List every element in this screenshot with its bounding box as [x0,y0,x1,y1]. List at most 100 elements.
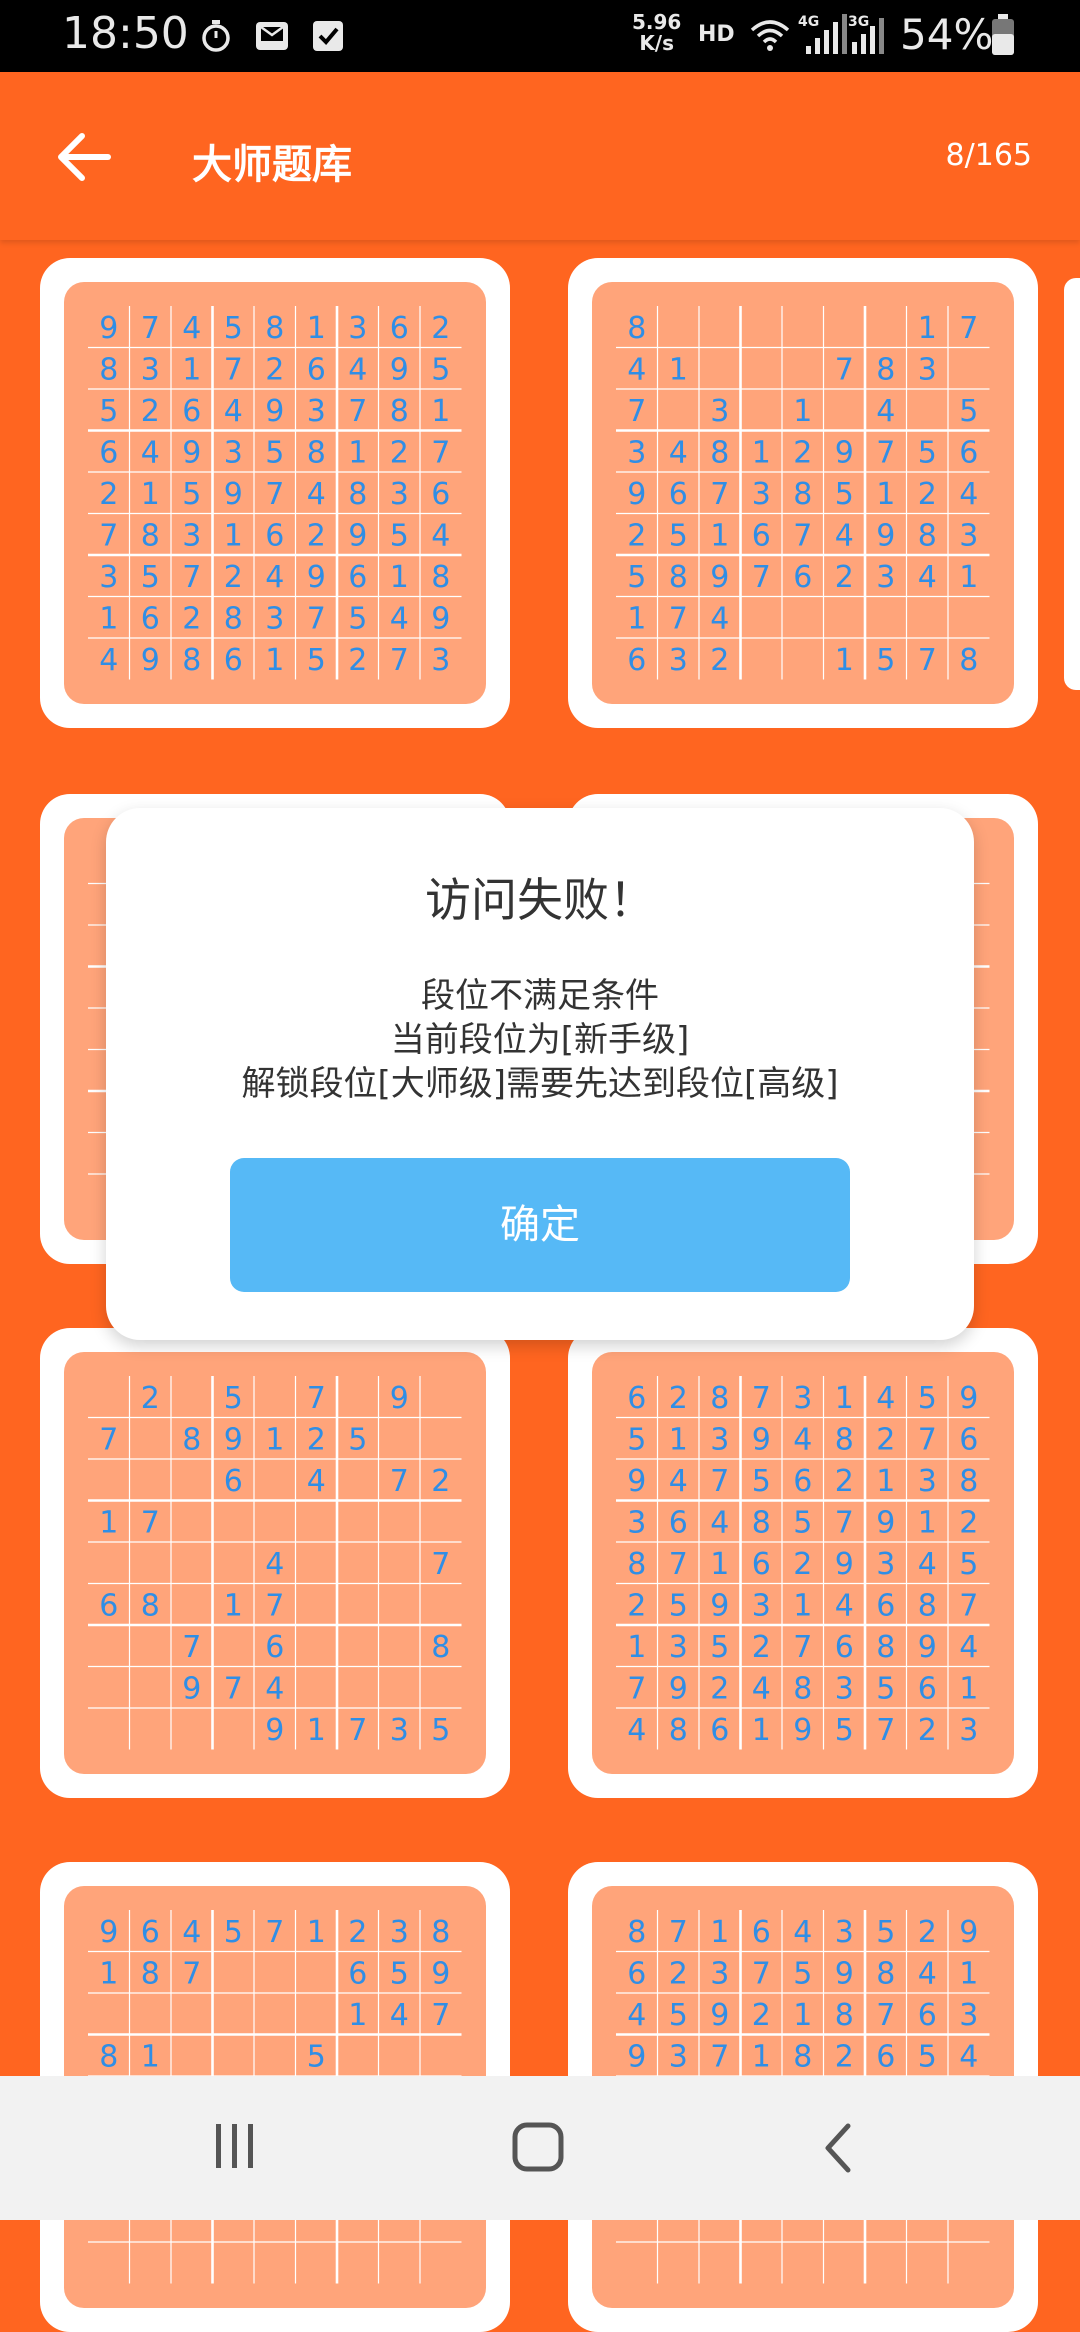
sudoku-digit: 1 [390,560,409,595]
sudoku-digit: 2 [307,518,326,553]
sudoku-digit: 9 [224,477,243,512]
puzzle-card[interactable]: 8174178373145348129756967385124251674983… [568,258,1038,728]
sudoku-digit: 7 [835,1505,854,1540]
sudoku-digit: 3 [141,352,160,387]
sudoku-digit: 4 [627,1713,646,1748]
sudoku-digit: 5 [224,311,243,346]
sudoku-digit: 4 [390,1998,409,2033]
sudoku-digit: 1 [99,601,118,636]
sudoku-digit: 7 [265,477,284,512]
sudoku-digit: 4 [265,1547,284,1582]
sudoku-digit: 3 [348,311,367,346]
sudoku-digit: 7 [752,1381,771,1416]
sudoku-digit: 5 [431,352,450,387]
sudoku-digit: 4 [265,1671,284,1706]
status-time: 18:50 [62,8,189,59]
sudoku-digit: 1 [835,643,854,678]
sudoku-digit: 3 [918,352,937,387]
sudoku-digit: 7 [959,1588,978,1623]
sudoku-digit: 7 [793,1630,812,1665]
mail-icon [256,22,288,50]
sudoku-digit: 6 [182,394,201,429]
sudoku-digit: 6 [224,643,243,678]
arrow-left-icon[interactable] [50,122,120,192]
sudoku-digit: 1 [265,643,284,678]
sudoku-digit: 9 [182,1671,201,1706]
sudoku-digit: 9 [431,601,450,636]
sudoku-digit: 9 [959,1381,978,1416]
sudoku-digit: 2 [431,311,450,346]
sudoku-digit: 7 [431,1998,450,2033]
sudoku-digit: 4 [793,1422,812,1457]
sudoku-digit: 7 [348,394,367,429]
home-icon[interactable] [510,2120,568,2176]
sudoku-digit: 1 [752,1713,771,1748]
sudoku-digit: 8 [793,477,812,512]
sudoku-digit: 9 [876,518,895,553]
sudoku-digit: 8 [348,477,367,512]
sudoku-digit: 4 [918,1547,937,1582]
sudoku-digit: 5 [182,477,201,512]
sudoku-digit: 7 [182,1956,201,1991]
sudoku-digit: 3 [390,477,409,512]
sudoku-digit: 9 [710,1998,729,2033]
sudoku-digit: 5 [627,560,646,595]
sudoku-digit: 3 [265,601,284,636]
sudoku-digit: 4 [141,435,160,470]
sudoku-digit: 7 [265,1915,284,1950]
sudoku-digit: 4 [224,394,243,429]
sudoku-digit: 6 [99,435,118,470]
sudoku-digit: 8 [99,2039,118,2074]
sudoku-digit: 4 [627,352,646,387]
sudoku-digit: 7 [752,1956,771,1991]
sudoku-digit: 7 [669,1915,688,1950]
sudoku-digit: 2 [627,518,646,553]
sudoku-digit: 7 [669,1547,688,1582]
sudoku-digit: 2 [99,477,118,512]
sudoku-digit: 5 [99,394,118,429]
sudoku-digit: 1 [835,1381,854,1416]
sudoku-digit: 2 [348,643,367,678]
sudoku-digit: 9 [669,1671,688,1706]
sudoku-digit: 8 [431,1630,450,1665]
sudoku-digit: 1 [876,477,895,512]
sudoku-digit: 5 [348,601,367,636]
sudoku-digit: 8 [141,1588,160,1623]
sudoku-digit: 1 [710,1547,729,1582]
sudoku-digit: 6 [431,477,450,512]
sudoku-digit: 2 [793,435,812,470]
app-toolbar: 大师题库 8/165 [0,72,1080,240]
puzzle-card[interactable]: 257978912564721747681776897491735 [40,1328,510,1798]
sudoku-digit: 2 [752,1630,771,1665]
sudoku-digit: 3 [876,1547,895,1582]
sudoku-digit: 2 [348,1915,367,1950]
system-nav-bar [0,2076,1080,2220]
sudoku-digit: 3 [835,1671,854,1706]
sudoku-digit: 8 [669,1713,688,1748]
puzzle-card[interactable]: 9745813628317264955264937816493581272159… [40,258,510,728]
sudoku-digit: 1 [182,352,201,387]
sudoku-digit: 3 [710,1956,729,1991]
sudoku-digit: 1 [265,1422,284,1457]
page-title: 大师题库 [192,142,352,188]
sudoku-digit: 2 [918,1915,937,1950]
puzzle-card[interactable]: 6287314595139482769475621383648579128716… [568,1328,1038,1798]
confirm-button[interactable]: 确定 [230,1158,850,1292]
sudoku-digit: 2 [835,2039,854,2074]
sudoku-digit: 8 [224,601,243,636]
sudoku-digit: 5 [918,2039,937,2074]
sudoku-digit: 5 [959,394,978,429]
recent-apps-icon[interactable] [210,2120,260,2172]
sudoku-digit: 4 [959,1630,978,1665]
sudoku-digit: 8 [710,435,729,470]
sudoku-digit: 6 [752,518,771,553]
back-chevron-icon[interactable] [818,2120,862,2176]
sudoku-digit: 8 [918,518,937,553]
sudoku-digit: 5 [752,1464,771,1499]
dialog-line: 解锁段位[大师级]需要先达到段位[高级] [241,1064,839,1104]
sudoku-digit: 3 [390,1713,409,1748]
sudoku-digit: 4 [918,560,937,595]
sudoku-digit: 9 [99,1915,118,1950]
sudoku-digit: 2 [431,1464,450,1499]
sudoku-digit: 7 [710,2039,729,2074]
